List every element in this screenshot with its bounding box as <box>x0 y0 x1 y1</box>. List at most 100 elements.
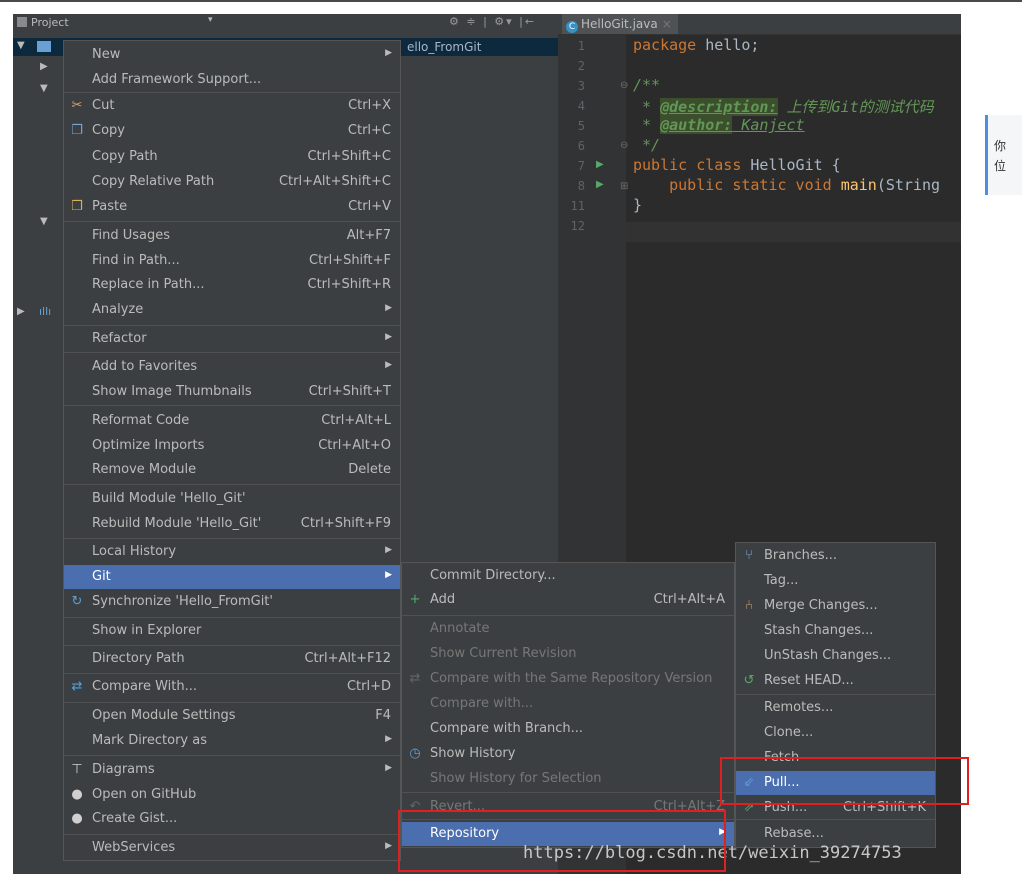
submenu-arrow-icon: ▶ <box>385 303 392 313</box>
context-menu-item-paste[interactable]: ❒ Paste Ctrl+V <box>64 195 400 219</box>
repo-menu-item-merge-changes[interactable]: ⑃ Merge Changes... <box>736 594 935 618</box>
git-menu-item-commit-directory[interactable]: Commit Directory... <box>402 564 734 588</box>
submenu-arrow-icon: ▶ <box>385 48 392 58</box>
git-menu-item-compare-with-the-same-repository-version[interactable]: ⇄ Compare with the Same Repository Versio… <box>402 667 734 691</box>
fold-icon[interactable]: ⊖ <box>620 140 628 151</box>
context-menu-item-copy[interactable]: ❐ Copy Ctrl+C <box>64 119 400 143</box>
context-menu-item-mark-directory-as[interactable]: Mark Directory as ▶ <box>64 729 400 753</box>
repo-menu-item-remotes[interactable]: Remotes... <box>736 696 935 720</box>
context-menu-item-show-image-thumbnails[interactable]: Show Image Thumbnails Ctrl+Shift+T <box>64 380 400 404</box>
context-menu-item-open-module-settings[interactable]: Open Module Settings F4 <box>64 704 400 728</box>
context-menu-item-local-history[interactable]: Local History ▶ <box>64 540 400 564</box>
repo-menu-item-tag[interactable]: Tag... <box>736 569 935 593</box>
fold-icon[interactable]: ⊖ <box>620 80 628 91</box>
fold-icon[interactable]: ⊞ <box>620 181 628 192</box>
context-menu-item-remove-module[interactable]: Remove Module Delete <box>64 458 400 482</box>
context-menu-item-find-usages[interactable]: Find Usages Alt+F7 <box>64 224 400 248</box>
github-icon: ● <box>71 811 83 826</box>
context-menu-item-directory-path[interactable]: Directory Path Ctrl+Alt+F12 <box>64 647 400 671</box>
expand-icon[interactable]: ▼ <box>17 40 25 51</box>
repo-menu-item-unstash-changes[interactable]: UnStash Changes... <box>736 644 935 668</box>
context-menu-item-diagrams[interactable]: ⊤ Diagrams ▶ <box>64 758 400 782</box>
context-menu-item-create-gist[interactable]: ● Create Gist... <box>64 807 400 831</box>
git-menu-item-add[interactable]: + Add Ctrl+Alt+A <box>402 588 734 612</box>
git-menu-item-show-history[interactable]: ◷ Show History <box>402 742 734 766</box>
project-icon <box>17 17 27 27</box>
project-panel-title[interactable]: Project <box>31 16 69 29</box>
context-menu-item-new[interactable]: New ▶ <box>64 43 400 67</box>
context-menu-item-label: Local History <box>92 544 177 559</box>
context-menu-item-git[interactable]: Git ▶ <box>64 565 400 589</box>
context-menu-item-label: Open on GitHub <box>92 787 197 802</box>
side-note-line: 位 <box>994 159 1007 173</box>
code-line-3: /** <box>633 76 661 94</box>
git-menu-item-annotate[interactable]: Annotate <box>402 617 734 641</box>
git-menu-item-compare-with[interactable]: Compare with... <box>402 692 734 716</box>
compare-icon: ⇄ <box>71 679 83 694</box>
menu-separator <box>64 538 400 539</box>
context-menu-item-label: New <box>92 47 121 62</box>
git-menu-item-label: Compare with Branch... <box>430 721 584 736</box>
context-menu-item-copy-path[interactable]: Copy Path Ctrl+Shift+C <box>64 145 400 169</box>
context-menu-item-synchronize-hello-fromgit[interactable]: ↻ Synchronize 'Hello_FromGit' <box>64 590 400 614</box>
git-menu-item-show-current-revision[interactable]: Show Current Revision <box>402 642 734 666</box>
compare-icon: ⇄ <box>409 671 421 686</box>
editor-tab-bar: C HelloGit.java × <box>558 14 961 35</box>
project-view-dropdown-icon[interactable]: ▾ <box>208 15 213 25</box>
context-menu-item-show-in-explorer[interactable]: Show in Explorer <box>64 619 400 643</box>
repo-menu-item-branches[interactable]: ⑂ Branches... <box>736 544 935 568</box>
context-menu-item-refactor[interactable]: Refactor ▶ <box>64 327 400 351</box>
context-menu-item-label: Show Image Thumbnails <box>92 384 252 399</box>
repo-menu-item-label: Tag... <box>764 573 799 588</box>
git-menu-item-label: Compare with the Same Repository Version <box>430 671 713 686</box>
context-menu-item-compare-with[interactable]: ⇄ Compare With... Ctrl+D <box>64 675 400 699</box>
project-toolbar-icons[interactable]: ⚙ ≑ | ⚙▾ |← <box>449 15 536 28</box>
tab-label: HelloGit.java <box>581 17 658 31</box>
context-menu-item-shortcut: Delete <box>348 462 391 477</box>
repo-menu-item-label: UnStash Changes... <box>764 648 892 663</box>
context-menu-item-build-module-hello-git[interactable]: Build Module 'Hello_Git' <box>64 487 400 511</box>
side-note-card: 你 位 <box>985 115 1022 195</box>
git-menu-item-show-history-for-selection[interactable]: Show History for Selection <box>402 767 734 791</box>
repo-menu-item-reset-head[interactable]: ↺ Reset HEAD... <box>736 669 935 693</box>
context-menu-item-cut[interactable]: ✂ Cut Ctrl+X <box>64 94 400 118</box>
context-menu-item-webservices[interactable]: WebServices ▶ <box>64 836 400 860</box>
git-menu-item-label: Show History for Selection <box>430 771 602 786</box>
repo-menu-item-label: Clone... <box>764 725 814 740</box>
context-menu-item-open-on-github[interactable]: ● Open on GitHub <box>64 783 400 807</box>
project-panel-header: Project ▾ ⚙ ≑ | ⚙▾ |← <box>13 14 558 32</box>
repo-menu-item-clone[interactable]: Clone... <box>736 721 935 745</box>
context-menu-item-add-framework-support[interactable]: Add Framework Support... <box>64 68 400 92</box>
expand-icon[interactable]: ▼ <box>40 216 48 227</box>
collapsed-node-icon[interactable]: ▶ <box>17 306 25 317</box>
context-menu-item-shortcut: Alt+F7 <box>346 228 391 243</box>
context-menu-item-replace-in-path[interactable]: Replace in Path... Ctrl+Shift+R <box>64 273 400 297</box>
close-tab-icon[interactable]: × <box>662 17 672 31</box>
git-menu-item-compare-with-branch[interactable]: Compare with Branch... <box>402 717 734 741</box>
merge-icon: ⑃ <box>745 598 753 613</box>
context-menu-item-optimize-imports[interactable]: Optimize Imports Ctrl+Alt+O <box>64 434 400 458</box>
context-menu-item-copy-relative-path[interactable]: Copy Relative Path Ctrl+Alt+Shift+C <box>64 170 400 194</box>
tab-hellogit-java[interactable]: C HelloGit.java × <box>562 14 678 34</box>
collapsed-node-icon[interactable]: ▶ <box>40 61 48 72</box>
line-number: 7 <box>577 159 585 173</box>
annotation-box-repository <box>398 810 726 872</box>
context-menu-item-label: Rebuild Module 'Hello_Git' <box>92 516 262 531</box>
plus-icon: + <box>409 592 421 607</box>
context-menu-item-reformat-code[interactable]: Reformat Code Ctrl+Alt+L <box>64 409 400 433</box>
libraries-icon[interactable]: ıllı <box>39 305 51 318</box>
repo-menu-item-stash-changes[interactable]: Stash Changes... <box>736 619 935 643</box>
code-line-6: */ <box>633 136 661 154</box>
context-menu-item-label: Remove Module <box>92 462 197 477</box>
submenu-arrow-icon: ▶ <box>385 570 392 580</box>
run-icon[interactable]: ▶ <box>596 179 604 190</box>
context-menu-item-analyze[interactable]: Analyze ▶ <box>64 298 400 322</box>
run-icon[interactable]: ▶ <box>596 159 604 170</box>
git-menu-item-label: Commit Directory... <box>430 568 556 583</box>
context-menu-item-find-in-path[interactable]: Find in Path... Ctrl+Shift+F <box>64 249 400 273</box>
context-menu-item-rebuild-module-hello-git[interactable]: Rebuild Module 'Hello_Git' Ctrl+Shift+F9 <box>64 512 400 536</box>
context-menu-item-label: Copy Relative Path <box>92 174 215 189</box>
branch-icon: ⑂ <box>745 548 753 563</box>
context-menu-item-add-to-favorites[interactable]: Add to Favorites ▶ <box>64 355 400 379</box>
expand-icon[interactable]: ▼ <box>40 83 48 94</box>
